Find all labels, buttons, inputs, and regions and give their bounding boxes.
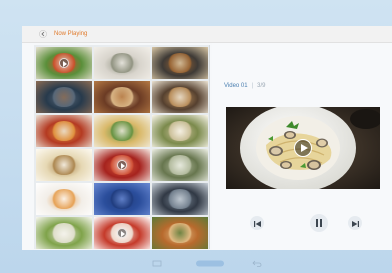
- video-thumbnail-grid: [34, 45, 210, 249]
- play-icon: [59, 58, 69, 68]
- app-screen: Now Playing Video 01 | 3/9: [22, 26, 392, 250]
- nav-back-icon: [252, 254, 262, 272]
- video-thumbnail[interactable]: [152, 217, 208, 249]
- video-thumbnail[interactable]: [94, 81, 150, 113]
- home-button-icon: [196, 254, 224, 272]
- thumbnail-image: [50, 223, 78, 243]
- skip-next-icon: [351, 214, 359, 232]
- thumbnail-image: [108, 189, 136, 209]
- video-thumbnail[interactable]: [152, 47, 208, 79]
- skip-previous-icon: [253, 214, 261, 232]
- thumbnail-image: [50, 155, 78, 175]
- thumbnail-image: [166, 87, 194, 107]
- thumbnail-image: [166, 223, 194, 243]
- play-overlay-button[interactable]: [294, 139, 312, 157]
- thumbnail-image: [166, 155, 194, 175]
- video-thumbnail[interactable]: [36, 149, 92, 181]
- thumbnail-image: [166, 189, 194, 209]
- video-position: 3/9: [257, 83, 266, 89]
- video-thumbnail[interactable]: [36, 81, 92, 113]
- thumbnail-image: [50, 121, 78, 141]
- video-thumbnail[interactable]: [152, 149, 208, 181]
- video-thumbnail[interactable]: [94, 183, 150, 215]
- video-player[interactable]: [226, 107, 380, 189]
- video-thumbnail[interactable]: [152, 183, 208, 215]
- page-title: Now Playing: [54, 31, 88, 37]
- app-header: Now Playing: [22, 26, 392, 43]
- video-thumbnail[interactable]: [152, 81, 208, 113]
- thumbnail-image: [166, 121, 194, 141]
- video-thumbnail[interactable]: [94, 115, 150, 147]
- pause-button[interactable]: [310, 214, 328, 232]
- play-icon: [117, 160, 127, 170]
- player-panel: Video 01 | 3/9: [212, 43, 392, 250]
- thumbnail-image: [50, 87, 78, 107]
- video-thumbnail[interactable]: [152, 115, 208, 147]
- thumbnail-image: [108, 87, 136, 107]
- video-info: Video 01 | 3/9: [224, 83, 265, 89]
- chevron-left-icon: [39, 30, 47, 38]
- video-thumbnail[interactable]: [36, 217, 92, 249]
- video-thumbnail[interactable]: [94, 47, 150, 79]
- video-thumbnail[interactable]: [36, 183, 92, 215]
- pause-icon: [316, 214, 322, 232]
- thumbnail-image: [50, 189, 78, 209]
- play-icon: [117, 228, 127, 238]
- video-title: Video 01: [224, 83, 248, 89]
- divider: |: [251, 83, 254, 89]
- next-button[interactable]: [348, 216, 362, 230]
- thumbnail-image: [166, 53, 194, 73]
- playback-controls: [212, 213, 392, 233]
- back-button[interactable]: [36, 27, 50, 41]
- thumbnail-image: [108, 53, 136, 73]
- video-thumbnail[interactable]: [94, 149, 150, 181]
- recent-apps-icon: [152, 254, 162, 272]
- video-thumbnail[interactable]: [36, 47, 92, 79]
- video-thumbnail[interactable]: [36, 115, 92, 147]
- thumbnail-image: [108, 121, 136, 141]
- nav-back-button[interactable]: [252, 259, 262, 267]
- recent-apps-button[interactable]: [152, 259, 162, 266]
- video-thumbnail[interactable]: [94, 217, 150, 249]
- home-button[interactable]: [196, 259, 224, 266]
- previous-button[interactable]: [250, 216, 264, 230]
